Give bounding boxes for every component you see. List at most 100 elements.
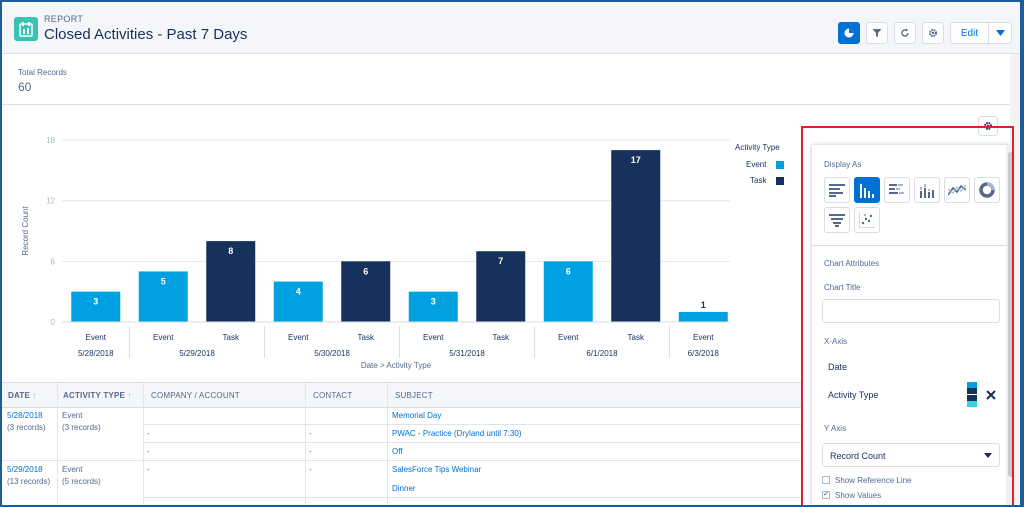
chart-title-input[interactable] <box>822 299 1000 323</box>
legend-label-task: Task <box>750 176 767 185</box>
chart-settings-button[interactable] <box>978 116 998 136</box>
x-tick-label: Event <box>693 333 714 342</box>
data-label: 3 <box>93 297 98 307</box>
legend-swatch-task <box>776 177 784 185</box>
y-axis-select[interactable]: Record Count <box>822 443 1000 467</box>
table-cell-contact: - <box>309 465 312 474</box>
chart-title-label: Chart Title <box>824 283 861 292</box>
sort-arrow-icon: ↑ <box>127 391 132 400</box>
chevron-down-icon <box>995 30 1005 36</box>
data-label: 8 <box>228 246 233 256</box>
series-color-swatch[interactable] <box>967 382 977 408</box>
filter-button[interactable] <box>866 22 888 44</box>
group-activity-type: Event <box>62 411 83 420</box>
group-activity-type-count: (5 records) <box>62 477 101 486</box>
edit-button[interactable]: Edit <box>950 22 988 44</box>
chart-type-line[interactable] <box>944 177 970 203</box>
data-label: 3 <box>431 297 436 307</box>
x-tick-label: Task <box>628 333 645 342</box>
table-cell-subject[interactable]: SalesForce Tips Webinar <box>392 465 481 474</box>
settings-button[interactable] <box>922 22 944 44</box>
column-header-activity-type[interactable]: ACTIVITY TYPE ↑ <box>63 391 132 400</box>
group-date-label: 5/28/2018 <box>78 349 114 358</box>
row-divider <box>143 424 802 425</box>
sort-arrow-icon: ↑ <box>32 391 37 400</box>
chart-attributes-label: Chart Attributes <box>824 259 880 268</box>
chart-type-stacked-horizontal-bar[interactable] <box>884 177 910 203</box>
table-cell-contact: - <box>309 447 312 456</box>
table-cell-subject[interactable]: Memorial Day <box>392 411 441 420</box>
data-label: 17 <box>631 155 641 165</box>
divider <box>2 104 1020 105</box>
line-chart-icon <box>948 184 966 196</box>
y-tick-label: 0 <box>51 318 56 327</box>
x-tick-label: Task <box>223 333 240 342</box>
y-tick-label: 6 <box>51 257 56 266</box>
y-tick-label: 12 <box>46 197 55 206</box>
chart-type-vertical-bar[interactable] <box>854 177 880 203</box>
x-axis-item-activity-type: Activity Type <box>828 390 879 400</box>
x-tick-label: Event <box>288 333 309 342</box>
gear-icon <box>929 29 937 37</box>
show-reference-line-checkbox[interactable] <box>822 476 830 484</box>
panel-divider <box>812 245 1010 246</box>
remove-x-axis-icon[interactable] <box>986 390 996 400</box>
chart-type-funnel[interactable] <box>824 207 850 233</box>
edit-menu-button[interactable] <box>988 22 1012 44</box>
y-axis-title: Record Count <box>21 206 30 256</box>
group-date[interactable]: 5/28/2018 <box>7 411 43 420</box>
display-as-label: Display As <box>824 160 862 169</box>
x-tick-label: Event <box>86 333 107 342</box>
bar-chart: 061218Record CountDate > Activity Type3E… <box>21 136 730 370</box>
column-divider <box>387 382 388 505</box>
chart-toggle-button[interactable] <box>838 22 860 44</box>
scatter-chart-icon <box>859 212 875 228</box>
data-label: 7 <box>498 256 503 266</box>
data-label: 6 <box>363 266 368 276</box>
column-header-company[interactable]: COMPANY / ACCOUNT <box>151 391 240 400</box>
total-records-label: Total Records <box>18 68 67 77</box>
x-axis-item-date: Date <box>828 362 848 372</box>
column-header-contact[interactable]: CONTACT <box>313 391 352 400</box>
show-values-checkbox[interactable]: ✓ <box>822 491 830 499</box>
table-cell-subject[interactable]: Off <box>392 447 403 456</box>
filter-icon <box>872 29 882 37</box>
donut-chart-icon <box>979 182 995 198</box>
chart-type-horizontal-bar[interactable] <box>824 177 850 203</box>
chart-type-stacked-vertical-bar[interactable] <box>914 177 940 203</box>
gear-icon <box>984 122 992 130</box>
group-date-label: 5/31/2018 <box>449 349 485 358</box>
bar-task <box>611 150 661 322</box>
chart-type-donut[interactable] <box>974 177 1000 203</box>
column-divider <box>57 382 58 505</box>
group-activity-type-count: (3 records) <box>62 423 101 432</box>
chart-type-scatter[interactable] <box>854 207 880 233</box>
group-activity-type: Event <box>62 465 83 474</box>
y-tick-label: 18 <box>46 136 55 145</box>
funnel-chart-icon <box>829 214 845 227</box>
table-cell-subject[interactable]: PWAC - Practice (Dryland until 7:30) <box>392 429 522 438</box>
panel-scrollbar-thumb[interactable] <box>1008 152 1014 477</box>
row-divider <box>143 497 802 498</box>
group-date-count: (13 records) <box>7 477 51 486</box>
table-cell-company: - <box>147 465 150 474</box>
refresh-button[interactable] <box>894 22 916 44</box>
table-cell-company: - <box>147 447 150 456</box>
page-title: Closed Activities - Past 7 Days <box>44 26 248 43</box>
group-date[interactable]: 5/29/2018 <box>7 465 43 474</box>
group-date-label: 5/29/2018 <box>179 349 215 358</box>
column-header-date[interactable]: DATE ↑ <box>8 391 37 400</box>
table-cell-company: - <box>147 429 150 438</box>
x-tick-label: Event <box>558 333 579 342</box>
column-header-subject[interactable]: SUBJECT <box>395 391 433 400</box>
row-divider <box>2 460 802 461</box>
x-tick-label: Task <box>358 333 375 342</box>
bar-event <box>678 311 728 322</box>
stacked-horizontal-bar-icon <box>889 184 904 194</box>
report-window: REPORT Closed Activities - Past 7 Days E… <box>2 2 1020 505</box>
table-cell-subject[interactable]: Dinner <box>392 484 416 493</box>
vertical-bar-chart-icon <box>860 184 874 198</box>
pie-chart-icon <box>844 28 854 38</box>
x-axis-label: X-Axis <box>824 337 848 346</box>
column-divider <box>305 382 306 505</box>
